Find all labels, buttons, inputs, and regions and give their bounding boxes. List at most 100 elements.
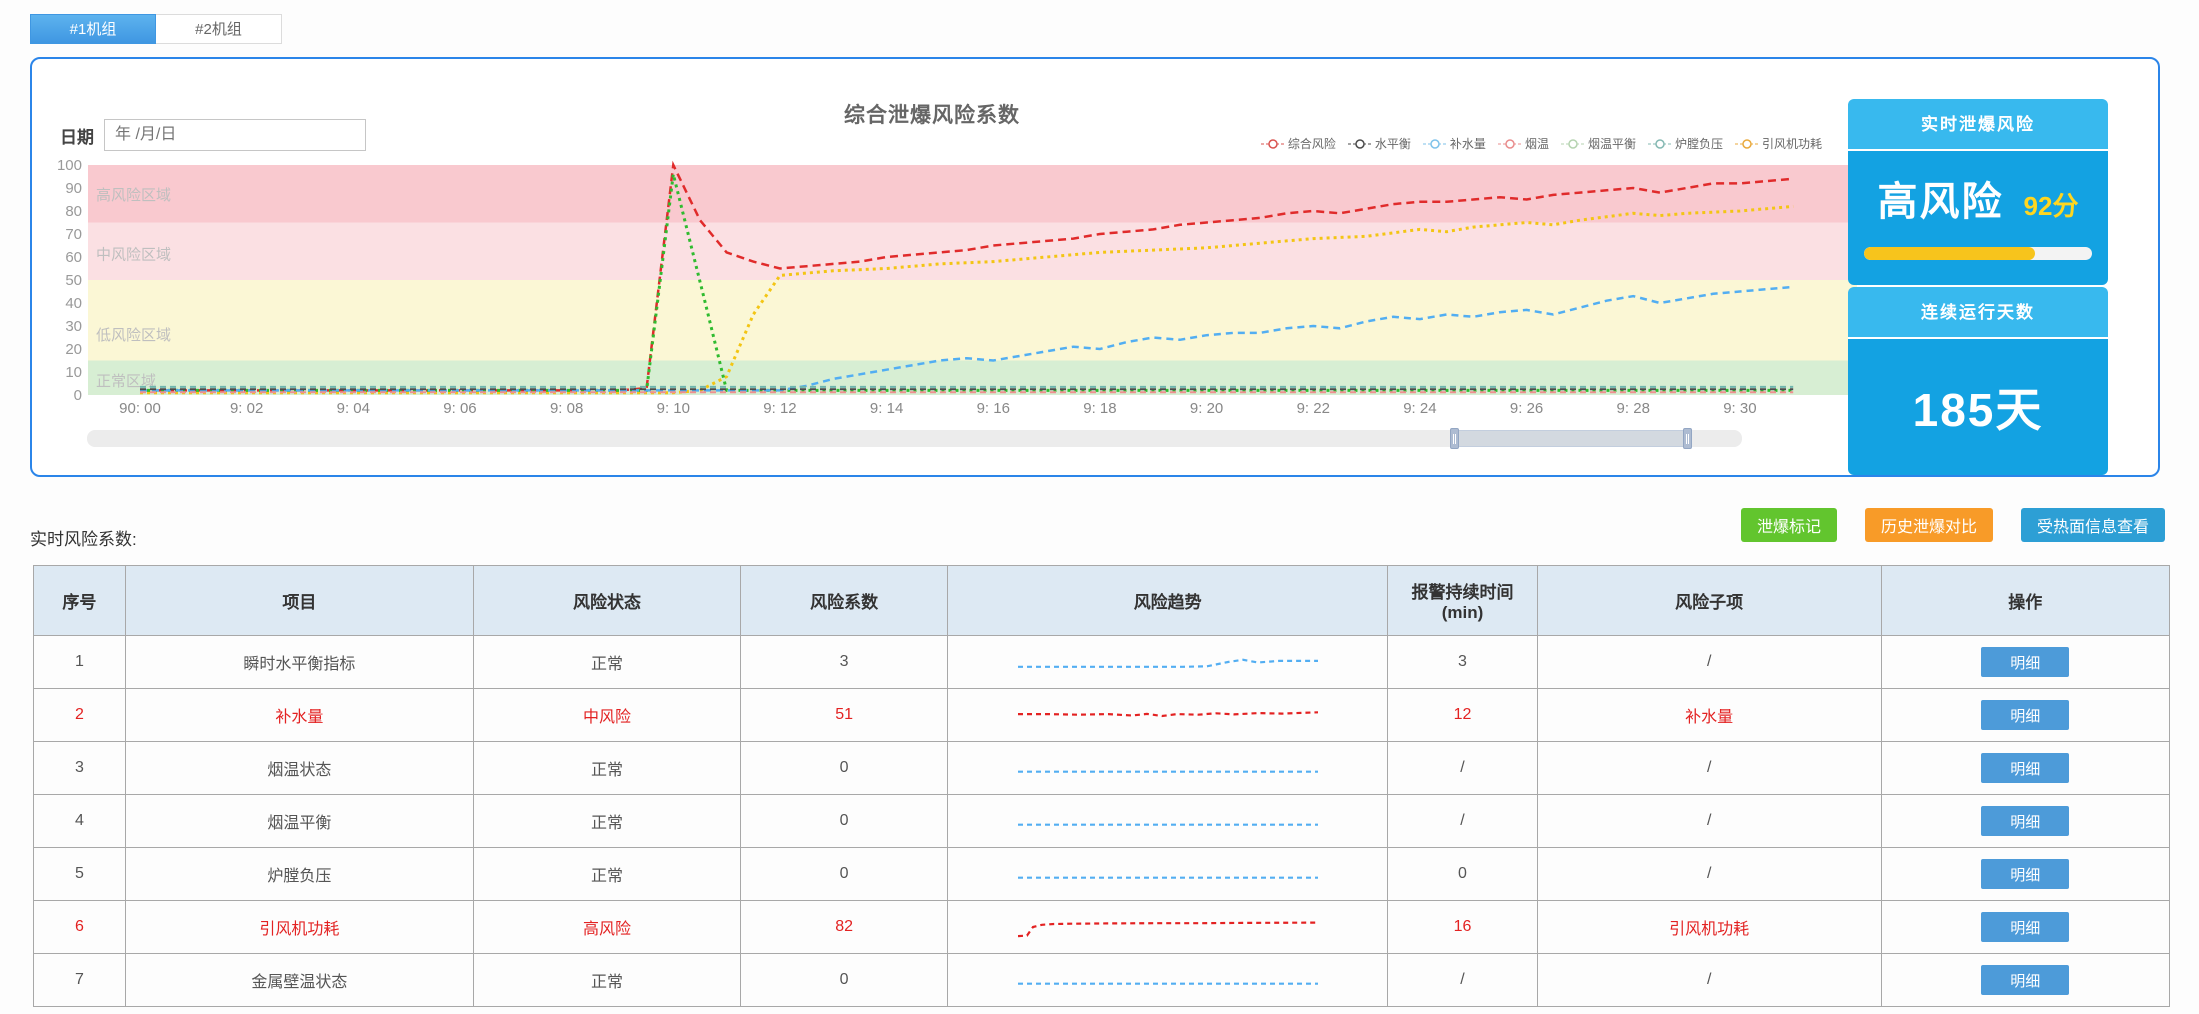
y-axis-tick-label: 10: [65, 364, 82, 381]
risk-score-value: 92分: [2024, 186, 2079, 223]
cell-subitem: /: [1537, 848, 1881, 901]
table-header-cell: 报警持续时间 (min): [1388, 566, 1538, 636]
heating-surface-button[interactable]: 受热面信息查看: [2021, 508, 2165, 542]
risk-zone-band: [88, 280, 1857, 361]
legend-label: 引风机功耗: [1762, 135, 1822, 152]
cell-action: 明细: [1881, 848, 2169, 901]
x-axis-tick-label: 9: 06: [443, 400, 476, 417]
realtime-risk-card-body: 高风险 92分: [1848, 151, 2108, 285]
legend-marker-icon: [1735, 138, 1759, 150]
dashboard-page: #1机组 #2机组 综合泄爆风险系数 日期 综合风险水平衡补水量烟温烟温平衡炉膛…: [0, 0, 2199, 1014]
legend-item-烟温[interactable]: 烟温: [1498, 135, 1549, 152]
detail-button[interactable]: 明细: [1981, 647, 2069, 677]
table-row: 1瞬时水平衡指标正常33/明细: [34, 636, 2170, 689]
cell-item: 引风机功耗: [125, 901, 473, 954]
y-axis-tick-label: 0: [74, 387, 82, 404]
cell-seq: 2: [34, 689, 126, 742]
cell-seq: 7: [34, 954, 126, 1007]
trend-sparkline: [1018, 804, 1318, 838]
table-header-row: 序号项目风险状态风险系数风险趋势报警持续时间 (min)风险子项操作: [34, 566, 2170, 636]
y-axis-tick-label: 20: [65, 341, 82, 358]
legend-item-烟温平衡[interactable]: 烟温平衡: [1561, 135, 1636, 152]
date-input[interactable]: [104, 119, 366, 151]
cell-seq: 4: [34, 795, 126, 848]
legend-item-水平衡[interactable]: 水平衡: [1348, 135, 1411, 152]
cell-seq: 3: [34, 742, 126, 795]
detail-button[interactable]: 明细: [1981, 806, 2069, 836]
x-axis-tick-label: 9: 22: [1297, 400, 1330, 417]
trend-sparkline: [1018, 857, 1318, 891]
table-header-cell: 操作: [1881, 566, 2169, 636]
x-axis-tick-label: 9: 28: [1617, 400, 1650, 417]
chart-scrollbar[interactable]: [87, 430, 1742, 447]
cell-action: 明细: [1881, 689, 2169, 742]
risk-zone-band: [88, 165, 1857, 223]
tab-unit-1[interactable]: #1机组: [30, 14, 156, 44]
risk-chart-panel: 综合泄爆风险系数 日期 综合风险水平衡补水量烟温烟温平衡炉膛负压引风机功耗 高风…: [30, 57, 2160, 477]
cell-duration: /: [1388, 954, 1538, 1007]
cell-item: 烟温平衡: [125, 795, 473, 848]
legend-item-综合风险[interactable]: 综合风险: [1261, 135, 1336, 152]
cell-action: 明细: [1881, 636, 2169, 689]
cell-subitem: 引风机功耗: [1537, 901, 1881, 954]
legend-item-引风机功耗[interactable]: 引风机功耗: [1735, 135, 1822, 152]
cell-action: 明细: [1881, 795, 2169, 848]
legend-marker-icon: [1348, 138, 1372, 150]
cell-seq: 1: [34, 636, 126, 689]
y-axis-tick-label: 80: [65, 203, 82, 220]
cell-action: 明细: [1881, 742, 2169, 795]
detail-button[interactable]: 明细: [1981, 753, 2069, 783]
cell-coefficient: 0: [741, 954, 948, 1007]
risk-zone-band: [88, 223, 1857, 281]
cell-status: 正常: [474, 848, 741, 901]
cell-coefficient: 3: [741, 636, 948, 689]
scrollbar-window[interactable]: [1455, 430, 1687, 447]
cell-subitem: /: [1537, 742, 1881, 795]
table-header-cell: 风险状态: [474, 566, 741, 636]
legend-item-炉膛负压[interactable]: 炉膛负压: [1648, 135, 1723, 152]
detail-button[interactable]: 明细: [1981, 912, 2069, 942]
risk-zone-label: 中风险区域: [96, 247, 171, 264]
x-axis-tick-label: 90: 00: [119, 400, 161, 417]
x-axis-tick-label: 9: 20: [1190, 400, 1223, 417]
x-axis-tick-label: 9: 04: [337, 400, 370, 417]
running-days-card-title: 连续运行天数: [1848, 287, 2108, 339]
scrollbar-right-handle[interactable]: [1683, 428, 1692, 449]
history-compare-button[interactable]: 历史泄爆对比: [1865, 508, 1993, 542]
detail-button[interactable]: 明细: [1981, 965, 2069, 995]
cell-item: 补水量: [125, 689, 473, 742]
legend-label: 炉膛负压: [1675, 135, 1723, 152]
legend-label: 补水量: [1450, 135, 1486, 152]
detail-button[interactable]: 明细: [1981, 859, 2069, 889]
x-axis-tick-label: 9: 30: [1723, 400, 1756, 417]
cell-item: 烟温状态: [125, 742, 473, 795]
realtime-risk-card-title: 实时泄爆风险: [1848, 99, 2108, 151]
legend-marker-icon: [1423, 138, 1447, 150]
cell-action: 明细: [1881, 954, 2169, 1007]
cell-status: 正常: [474, 954, 741, 1007]
cell-subitem: /: [1537, 795, 1881, 848]
explosion-mark-button[interactable]: 泄爆标记: [1741, 508, 1837, 542]
table-header-cell: 序号: [34, 566, 126, 636]
tab-unit-2[interactable]: #2机组: [156, 14, 282, 44]
cell-coefficient: 82: [741, 901, 948, 954]
risk-zone-label: 高风险区域: [96, 187, 171, 204]
legend-label: 综合风险: [1288, 135, 1336, 152]
risk-zone-label: 正常区域: [96, 373, 156, 390]
risk-level-value: 高风险: [1878, 169, 2004, 227]
cell-seq: 5: [34, 848, 126, 901]
risk-trend-chart: 高风险区域中风险区域低风险区域正常区域010203040506070809010…: [57, 159, 1867, 429]
legend-item-补水量[interactable]: 补水量: [1423, 135, 1486, 152]
cell-seq: 6: [34, 901, 126, 954]
y-axis-tick-label: 100: [57, 159, 82, 174]
unit-tabs: #1机组 #2机组: [30, 14, 282, 44]
cell-trend: [948, 848, 1388, 901]
cell-duration: 12: [1388, 689, 1538, 742]
scrollbar-left-handle[interactable]: [1450, 428, 1459, 449]
x-axis-tick-label: 9: 02: [230, 400, 263, 417]
risk-zone-label: 低风险区域: [96, 327, 171, 344]
cell-duration: 16: [1388, 901, 1538, 954]
cell-coefficient: 0: [741, 742, 948, 795]
y-axis-tick-label: 70: [65, 226, 82, 243]
detail-button[interactable]: 明细: [1981, 700, 2069, 730]
